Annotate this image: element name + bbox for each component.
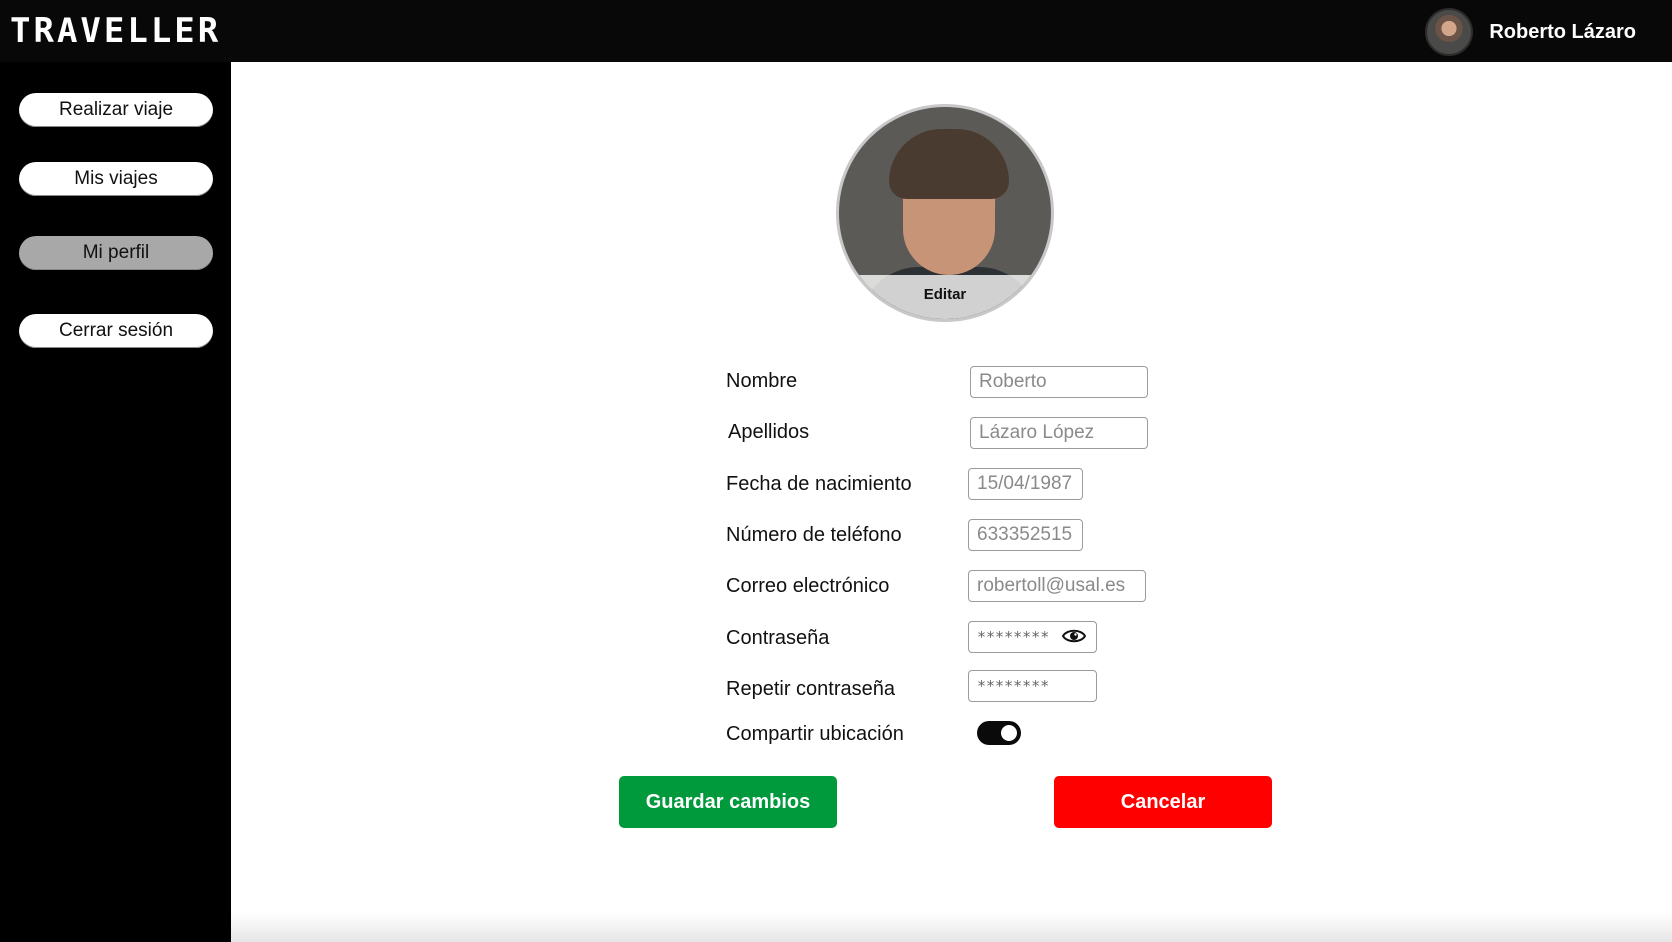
app-logo[interactable]: TRAVELLER bbox=[10, 10, 221, 52]
sidebar-item-mis-viajes[interactable]: Mis viajes bbox=[19, 162, 213, 196]
correo-field[interactable]: robertoll@usal.es bbox=[968, 570, 1146, 602]
label-contrasena: Contraseña bbox=[726, 627, 830, 649]
cancel-button[interactable]: Cancelar bbox=[1054, 776, 1272, 828]
sidebar-item-realizar-viaje[interactable]: Realizar viaje bbox=[19, 93, 213, 127]
label-fecha-nacimiento: Fecha de nacimiento bbox=[726, 473, 912, 495]
label-correo: Correo electrónico bbox=[726, 575, 890, 597]
avatar-hair bbox=[889, 129, 1009, 199]
contrasena-field[interactable]: ******** bbox=[968, 621, 1097, 653]
repetir-contrasena-value: ******** bbox=[977, 677, 1050, 695]
label-apellidos: Apellidos bbox=[728, 421, 810, 443]
apellidos-field[interactable]: Lázaro López bbox=[970, 417, 1148, 449]
label-telefono: Número de teléfono bbox=[726, 524, 902, 546]
edit-avatar-button[interactable]: Editar bbox=[839, 275, 1051, 319]
bottom-shadow bbox=[231, 912, 1672, 942]
label-repetir-contrasena: Repetir contraseña bbox=[726, 678, 895, 700]
label-nombre: Nombre bbox=[726, 370, 798, 392]
sidebar-item-mi-perfil[interactable]: Mi perfil bbox=[19, 236, 213, 270]
contrasena-value: ******** bbox=[977, 628, 1050, 646]
telefono-field[interactable]: 633352515 bbox=[968, 519, 1083, 551]
app-window: TRAVELLER Roberto Lázaro Realizar viaje … bbox=[0, 0, 1672, 942]
top-bar: TRAVELLER Roberto Lázaro bbox=[0, 0, 1672, 62]
user-menu[interactable]: Roberto Lázaro bbox=[1425, 8, 1636, 56]
sidebar: Realizar viaje Mis viajes Mi perfil Cerr… bbox=[0, 62, 231, 942]
repetir-contrasena-field[interactable]: ******** bbox=[968, 670, 1097, 702]
save-button[interactable]: Guardar cambios bbox=[619, 776, 837, 828]
toggle-knob bbox=[1001, 725, 1017, 741]
sidebar-item-cerrar-sesion[interactable]: Cerrar sesión bbox=[19, 314, 213, 348]
share-location-toggle[interactable] bbox=[977, 721, 1021, 745]
user-name[interactable]: Roberto Lázaro bbox=[1489, 21, 1636, 44]
fecha-nacimiento-field[interactable]: 15/04/1987 bbox=[968, 468, 1083, 500]
nombre-field[interactable]: Roberto bbox=[970, 366, 1148, 398]
user-avatar[interactable] bbox=[1425, 8, 1474, 56]
eye-icon[interactable] bbox=[1062, 628, 1086, 644]
label-compartir-ubicacion: Compartir ubicación bbox=[726, 723, 904, 745]
profile-avatar[interactable]: Editar bbox=[836, 104, 1054, 322]
